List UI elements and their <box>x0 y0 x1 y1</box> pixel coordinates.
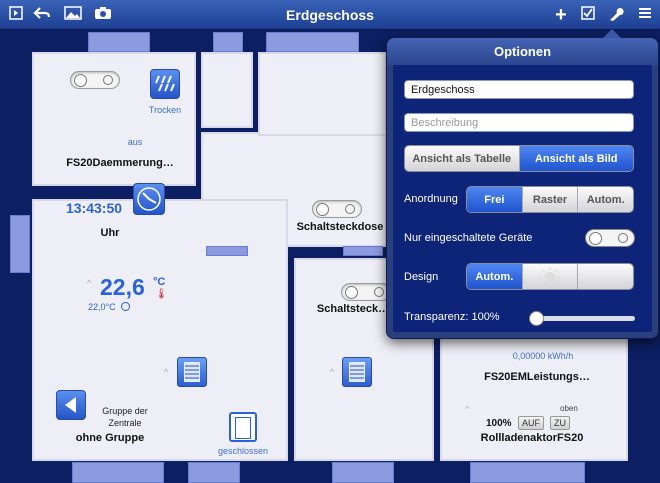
daemmerung-name: FS20Daemmerung… <box>66 157 174 169</box>
steckdose1-toggle[interactable] <box>312 200 362 218</box>
name-input[interactable]: Erdgeschoss <box>404 80 634 99</box>
only-on-label: Nur eingeschaltete Geräte <box>404 232 533 244</box>
clock-name: Uhr <box>100 227 120 239</box>
options-body: Erdgeschoss Beschreibung Ansicht als Tab… <box>393 65 652 332</box>
group-line1: Gruppe der <box>102 406 148 416</box>
window <box>332 462 394 483</box>
arrangement-label: Anordnung <box>404 193 458 205</box>
chevron-up-icon[interactable]: ^ <box>465 404 469 414</box>
menu-icon[interactable] <box>635 6 655 25</box>
group-icon[interactable] <box>56 390 86 420</box>
group-name: ohne Gruppe <box>75 432 145 444</box>
window <box>10 215 30 273</box>
steckdose2-toggle[interactable] <box>341 283 391 301</box>
leistung-name: FS20EMLeistungs… <box>484 371 590 383</box>
group-line2: Zentrale <box>108 418 142 428</box>
chevron-up-icon[interactable]: ^ <box>87 278 91 288</box>
checkbox-icon[interactable] <box>578 6 598 25</box>
top-bar: Erdgeschoss + <box>0 0 660 30</box>
transparency-slider[interactable] <box>529 311 635 326</box>
shutter-icon[interactable] <box>177 357 207 387</box>
window <box>470 462 585 483</box>
only-on-toggle[interactable] <box>585 229 635 247</box>
daemmerung-toggle[interactable] <box>70 71 120 89</box>
view-mode-segmented: Ansicht als Tabelle Ansicht als Bild <box>404 145 634 172</box>
window <box>88 32 150 52</box>
door-status: geschlossen <box>217 446 269 456</box>
wrench-icon[interactable] <box>606 6 626 27</box>
rollladen-name: RollladenaktorFS20 <box>480 432 584 444</box>
room-hall-small <box>201 52 253 128</box>
window <box>206 246 248 256</box>
view-image-button[interactable]: Ansicht als Bild <box>518 146 633 171</box>
thermo-temp: 22,6 <box>100 274 145 300</box>
window <box>72 462 164 483</box>
options-title: Optionen <box>387 38 658 65</box>
plus-icon[interactable]: + <box>551 5 571 25</box>
options-popover: Optionen Erdgeschoss Beschreibung Ansich… <box>386 29 659 339</box>
room-top-middle <box>258 52 387 136</box>
sun-icon[interactable] <box>521 264 578 289</box>
slider-thumb[interactable] <box>529 311 544 326</box>
arrangement-grid-button[interactable]: Raster <box>521 187 578 212</box>
steckdose1-name: Schaltsteckdose <box>296 221 384 233</box>
door-icon[interactable] <box>229 412 257 442</box>
moon-icon[interactable] <box>577 264 633 289</box>
leistung-value: 0,00000 kWh/h <box>512 351 574 361</box>
rain-sensor-label: Trocken <box>148 105 182 115</box>
description-input[interactable]: Beschreibung <box>404 113 634 132</box>
design-auto-button[interactable]: Autom. <box>467 264 522 289</box>
arrangement-segmented: Frei Raster Autom. <box>466 186 634 213</box>
arrangement-free-button[interactable]: Frei <box>467 187 522 212</box>
daemmerung-status: aus <box>127 137 143 147</box>
rollladen-up-button[interactable]: AUF <box>518 416 544 430</box>
thermo-set-temp: 22,0°C <box>88 302 116 312</box>
clock-icon[interactable] <box>133 183 165 215</box>
arrangement-auto-button[interactable]: Autom. <box>577 187 633 212</box>
window <box>213 32 243 52</box>
window <box>266 32 359 52</box>
transparency-label: Transparenz: 100% <box>404 311 500 323</box>
rain-sensor-icon[interactable] <box>150 69 180 99</box>
clock-time: 13:43:50 <box>66 200 123 216</box>
window <box>343 246 383 256</box>
chevron-up-icon[interactable]: ^ <box>164 367 168 377</box>
rollladen-percent: 100% <box>486 418 512 429</box>
view-table-button[interactable]: Ansicht als Tabelle <box>405 146 519 171</box>
chevron-up-icon[interactable]: ^ <box>330 367 334 377</box>
window <box>188 462 240 483</box>
thermo-unit: °C <box>153 276 166 288</box>
rollladen-down-button[interactable]: ZU <box>550 416 570 430</box>
thermometer-icon: 🌡 <box>155 289 168 300</box>
steckdose2-name: Schaltsteck… <box>316 303 390 315</box>
design-segmented: Autom. <box>466 263 634 290</box>
shutter-icon[interactable] <box>342 357 372 387</box>
rollladen-position: oben <box>560 404 578 413</box>
clock-small-icon <box>121 302 130 311</box>
design-label: Design <box>404 271 439 283</box>
